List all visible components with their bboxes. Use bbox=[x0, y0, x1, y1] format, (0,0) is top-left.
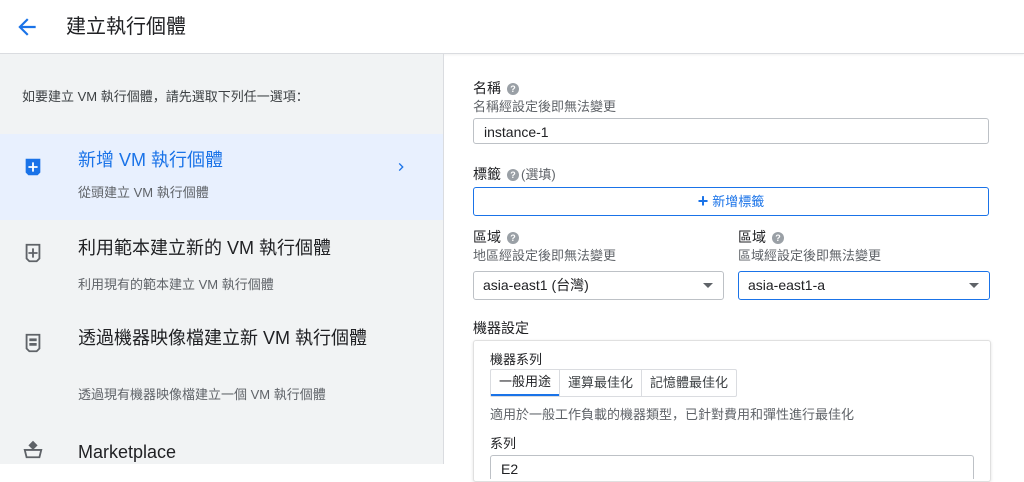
dropdown-arrow-icon bbox=[703, 283, 713, 288]
plus-icon: + bbox=[697, 191, 709, 211]
option-title: 透過機器映像檔建立新 VM 執行個體 bbox=[78, 328, 368, 348]
option-new-vm[interactable]: 新增 VM 執行個體 從頭建立 VM 執行個體 bbox=[0, 134, 443, 220]
region-label-row: 區域? bbox=[473, 227, 519, 247]
option-title: Marketplace bbox=[78, 442, 177, 462]
tab-compute-optimized[interactable]: 運算最佳化 bbox=[559, 370, 641, 396]
series-select[interactable]: E2 bbox=[490, 455, 974, 479]
machine-family-label: 機器系列 bbox=[490, 352, 543, 367]
template-icon bbox=[25, 243, 41, 263]
zone-select[interactable]: asia-east1-a bbox=[738, 271, 990, 300]
dropdown-arrow-icon bbox=[969, 283, 979, 288]
name-input[interactable]: instance-1 bbox=[473, 118, 989, 144]
back-arrow-icon[interactable] bbox=[14, 14, 40, 40]
machine-family-description: 適用於一般工作負載的機器類型，已針對費用和彈性進行最佳化 bbox=[490, 407, 855, 422]
zone-value: asia-east1-a bbox=[748, 277, 826, 293]
machine-config-label: 機器設定 bbox=[473, 320, 529, 336]
region-label: 區域 bbox=[473, 229, 501, 245]
help-icon[interactable]: ? bbox=[772, 232, 784, 244]
option-marketplace[interactable]: Marketplace bbox=[0, 426, 443, 466]
top-bar: 建立執行個體 bbox=[0, 0, 1024, 54]
option-subtitle: 透過現有機器映像檔建立一個 VM 執行個體 bbox=[78, 387, 326, 402]
option-from-template[interactable]: 利用範本建立新的 VM 執行個體 利用現有的範本建立 VM 執行個體 bbox=[0, 220, 443, 300]
machine-image-icon bbox=[25, 333, 41, 353]
tab-memory-optimized[interactable]: 記憶體最佳化 bbox=[641, 370, 736, 396]
option-subtitle: 利用現有的範本建立 VM 執行個體 bbox=[78, 277, 274, 292]
zone-label: 區域 bbox=[738, 229, 766, 245]
option-title: 利用範本建立新的 VM 執行個體 bbox=[78, 238, 332, 258]
machine-family-tabs: 一般用途 運算最佳化 記憶體最佳化 bbox=[490, 369, 738, 397]
help-icon[interactable]: ? bbox=[507, 232, 519, 244]
add-instance-icon bbox=[25, 158, 41, 176]
zone-label-row: 區域? bbox=[738, 227, 784, 247]
labels-label: 標籤 bbox=[473, 166, 501, 182]
option-subtitle: 從頭建立 VM 執行個體 bbox=[78, 185, 209, 200]
region-value: asia-east1 (台灣) bbox=[483, 277, 589, 293]
page-title: 建立執行個體 bbox=[66, 16, 186, 38]
marketplace-icon bbox=[23, 440, 43, 459]
option-from-machine-image[interactable]: 透過機器映像檔建立新 VM 執行個體 透過現有機器映像檔建立一個 VM 執行個體 bbox=[0, 310, 443, 410]
region-sublabel: 地區經設定後即無法變更 bbox=[473, 248, 617, 263]
zone-sublabel: 區域經設定後即無法變更 bbox=[738, 248, 882, 263]
add-label-text: 新增標籤 bbox=[712, 194, 765, 209]
instance-form: 名稱? 名稱經設定後即無法變更 instance-1 標籤? (選填) + 新增標籤… bbox=[444, 54, 1024, 482]
intro-text: 如要建立 VM 執行個體，請先選取下列任一選項： bbox=[22, 89, 309, 104]
machine-config-card: 機器系列 一般用途 運算最佳化 記憶體最佳化 適用於一般工作負載的機器類型，已針… bbox=[473, 340, 991, 482]
add-label-button[interactable]: + 新增標籤 bbox=[473, 187, 989, 216]
optional-text: (選填) bbox=[521, 167, 556, 182]
help-icon[interactable]: ? bbox=[507, 83, 519, 95]
chevron-right-icon bbox=[398, 163, 404, 171]
name-sublabel: 名稱經設定後即無法變更 bbox=[473, 99, 617, 114]
name-label-row: 名稱? bbox=[473, 78, 519, 98]
tab-general-purpose[interactable]: 一般用途 bbox=[491, 370, 560, 396]
help-icon[interactable]: ? bbox=[507, 169, 519, 181]
option-title: 新增 VM 執行個體 bbox=[78, 150, 224, 170]
name-label: 名稱 bbox=[473, 80, 501, 96]
labels-label-row: 標籤? (選填) bbox=[473, 164, 556, 184]
series-label: 系列 bbox=[490, 436, 517, 451]
creation-options-panel: 如要建立 VM 執行個體，請先選取下列任一選項： 新增 VM 執行個體 從頭建立… bbox=[0, 54, 444, 464]
region-select[interactable]: asia-east1 (台灣) bbox=[473, 271, 724, 300]
